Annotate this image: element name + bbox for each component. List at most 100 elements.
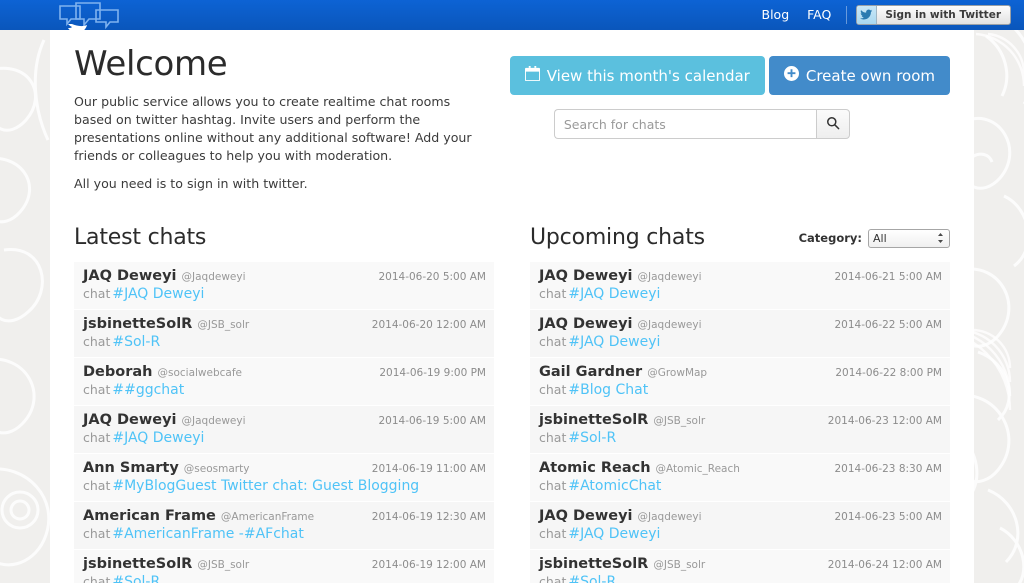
- chat-prefix-label: chat: [539, 430, 566, 445]
- chat-row[interactable]: jsbinetteSolR@JSB_solr2014-06-20 12:00 A…: [74, 310, 494, 358]
- chat-author-name: JAQ Deweyi: [83, 268, 177, 284]
- chat-row-body: chat#Sol-R: [83, 334, 486, 350]
- chat-author-name: American Frame: [83, 508, 216, 524]
- sign-in-label: Sign in with Twitter: [877, 6, 1010, 24]
- chat-row-body: chat#JAQ Deweyi: [539, 286, 942, 302]
- chat-row[interactable]: jsbinetteSolR@JSB_solr2014-06-19 12:00 A…: [74, 550, 494, 583]
- chat-hashtag-link[interactable]: #MyBlogGuest Twitter chat: Guest Bloggin…: [112, 478, 419, 494]
- chat-timestamp: 2014-06-20 12:00 AM: [364, 319, 486, 331]
- create-own-room-button[interactable]: Create own room: [769, 56, 950, 95]
- category-selected-value: All: [873, 232, 887, 245]
- chat-timestamp: 2014-06-23 5:00 AM: [826, 511, 942, 523]
- chat-row-header: Ann Smarty@seosmarty2014-06-19 11:00 AM: [83, 460, 486, 476]
- upcoming-chats-title: Upcoming chats: [530, 225, 705, 250]
- hero-description-paragraph: Our public service allows you to create …: [74, 93, 488, 166]
- chat-row[interactable]: Ann Smarty@seosmarty2014-06-19 11:00 AMc…: [74, 454, 494, 502]
- search-group: [554, 109, 850, 139]
- category-select[interactable]: All: [868, 229, 950, 248]
- chat-row[interactable]: Deborah@socialwebcafe2014-06-19 9:00 PMc…: [74, 358, 494, 406]
- chat-author-name: jsbinetteSolR: [539, 556, 648, 572]
- chat-prefix-label: chat: [83, 430, 110, 445]
- hero-signin-note: All you need is to sign in with twitter.: [74, 175, 488, 193]
- chat-row-body: chat#Blog Chat: [539, 382, 942, 398]
- latest-chats-column: Latest chats JAQ Deweyi@Jaqdeweyi2014-06…: [74, 222, 494, 583]
- chat-row[interactable]: Atomic Reach@Atomic_Reach2014-06-23 8:30…: [530, 454, 950, 502]
- chat-hashtag-link[interactable]: #Sol-R: [112, 334, 160, 350]
- chat-row-header: jsbinetteSolR@JSB_solr2014-06-23 12:00 A…: [539, 412, 942, 428]
- sign-in-with-twitter-button[interactable]: Sign in with Twitter: [856, 5, 1011, 25]
- nav-link-faq[interactable]: FAQ: [798, 0, 840, 30]
- chat-timestamp: 2014-06-24 12:00 AM: [820, 559, 942, 571]
- chat-row[interactable]: jsbinetteSolR @JSB_solr 2014-06-24 12:00 A…: [530, 550, 950, 583]
- chat-row[interactable]: JAQ Deweyi@Jaqdeweyi2014-06-20 5:00 AMch…: [74, 262, 494, 310]
- chat-hashtag-link[interactable]: #Sol-R: [112, 574, 160, 583]
- upcoming-chats-list: JAQ Deweyi@Jaqdeweyi2014-06-21 5:00 AM ch…: [530, 261, 950, 583]
- chat-author-handle: @JSB_solr: [653, 559, 705, 571]
- chat-author-handle: @JSB_solr: [197, 559, 249, 571]
- chat-hashtag-link[interactable]: #AtomicChat: [568, 478, 661, 494]
- chat-row[interactable]: JAQ Deweyi@Jaqdeweyi2014-06-22 5:00 AMch…: [530, 310, 950, 358]
- search-button[interactable]: [816, 109, 850, 139]
- chat-row-body: chat#Sol-R: [539, 430, 942, 446]
- chat-row[interactable]: American Frame@AmericanFrame2014-06-19 1…: [74, 502, 494, 550]
- chat-prefix-label: chat: [539, 286, 566, 301]
- chat-author-handle: @socialwebcafe: [157, 367, 242, 379]
- chat-row-body: chat#JAQ Deweyi: [539, 334, 942, 350]
- chat-timestamp: 2014-06-23 8:30 AM: [826, 463, 942, 475]
- hero-section: Welcome Our public service allows you to…: [74, 30, 950, 202]
- chat-row-body: chat#AmericanFrame -#AFchat: [83, 526, 486, 542]
- latest-chats-header: Latest chats: [74, 222, 494, 250]
- chat-row-header: jsbinetteSolR@JSB_solr2014-06-19 12:00 A…: [83, 556, 486, 572]
- nav-divider: [846, 6, 847, 24]
- chat-prefix-label: chat: [83, 286, 110, 301]
- chat-row-header: JAQ Deweyi@Jaqdeweyi2014-06-21 5:00 AM: [539, 268, 942, 284]
- hero-actions-block: View this month's calendar Create own ro…: [488, 44, 950, 202]
- top-nav-links: Blog FAQ Sign in with Twitter: [753, 0, 1024, 30]
- chat-author-handle: @Jaqdeweyi: [182, 415, 246, 427]
- page-title: Welcome: [74, 44, 488, 84]
- chat-hashtag-link[interactable]: ##ggchat: [112, 382, 184, 398]
- site-logo[interactable]: [52, 2, 124, 42]
- chat-author-name: Gail Gardner: [539, 364, 642, 380]
- chat-row-body: chat#JAQ Deweyi: [83, 286, 486, 302]
- chat-row[interactable]: Gail Gardner @GrowMap 2014-06-22 8:00 PM ch…: [530, 358, 950, 406]
- chat-prefix-label: chat: [539, 478, 566, 493]
- chat-author-name: JAQ Deweyi: [539, 316, 633, 332]
- chat-author-name: jsbinetteSolR: [83, 316, 192, 332]
- chat-hashtag-link[interactable]: #AmericanFrame -#AFchat: [112, 526, 303, 542]
- chat-row[interactable]: JAQ Deweyi@Jaqdeweyi2014-06-23 5:00 AMch…: [530, 502, 950, 550]
- create-room-label: Create own room: [806, 67, 935, 85]
- chat-author-name: Atomic Reach: [539, 460, 651, 476]
- chat-author-name: Ann Smarty: [83, 460, 179, 476]
- chat-hashtag-link[interactable]: #Sol-R: [568, 430, 616, 446]
- chat-author-handle: @GrowMap: [647, 367, 707, 379]
- chat-row-header: Deborah@socialwebcafe2014-06-19 9:00 PM: [83, 364, 486, 380]
- chat-row-body: chat#AtomicChat: [539, 478, 942, 494]
- chat-row-body: chat#JAQ Deweyi: [83, 430, 486, 446]
- chat-hashtag-link[interactable]: #JAQ Deweyi: [112, 430, 204, 446]
- chat-timestamp: 2014-06-22 8:00 PM: [827, 367, 942, 379]
- chat-hashtag-link[interactable]: #JAQ Deweyi: [568, 286, 660, 302]
- plus-circle-icon: [784, 66, 799, 85]
- chat-timestamp: 2014-06-19 11:00 AM: [364, 463, 486, 475]
- chat-author-name: JAQ Deweyi: [539, 508, 633, 524]
- search-input[interactable]: [554, 109, 816, 139]
- nav-link-blog[interactable]: Blog: [753, 0, 799, 30]
- chat-row[interactable]: JAQ Deweyi@Jaqdeweyi2014-06-19 5:00 AMch…: [74, 406, 494, 454]
- chat-row[interactable]: jsbinetteSolR@JSB_solr2014-06-23 12:00 A…: [530, 406, 950, 454]
- chat-row-body: chat#JAQ Deweyi: [539, 526, 942, 542]
- twitter-bird-icon: [857, 6, 877, 24]
- upcoming-chats-column: Upcoming chats Category: All: [530, 222, 950, 583]
- calendar-icon: [525, 66, 540, 85]
- main-content-container: Welcome Our public service allows you to…: [50, 30, 974, 583]
- latest-chats-list: JAQ Deweyi@Jaqdeweyi2014-06-20 5:00 AMch…: [74, 261, 494, 583]
- chat-author-name: JAQ Deweyi: [83, 412, 177, 428]
- view-calendar-button[interactable]: View this month's calendar: [510, 56, 765, 95]
- chat-hashtag-link[interactable]: #JAQ Deweyi: [568, 334, 660, 350]
- chat-hashtag-link[interactable]: #Sol-R: [568, 574, 616, 583]
- chat-hashtag-link[interactable]: #JAQ Deweyi: [112, 286, 204, 302]
- chat-hashtag-link[interactable]: #Blog Chat: [568, 382, 648, 398]
- chat-hashtag-link[interactable]: #JAQ Deweyi: [568, 526, 660, 542]
- chat-row[interactable]: JAQ Deweyi@Jaqdeweyi2014-06-21 5:00 AM ch…: [530, 262, 950, 310]
- chat-prefix-label: chat: [539, 526, 566, 541]
